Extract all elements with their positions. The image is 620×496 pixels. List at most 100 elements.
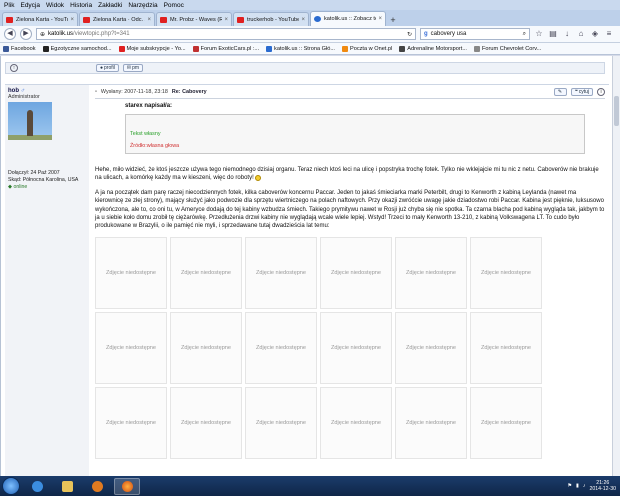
post: hob ♂ Administrator Dołączył: 24 Paź 200… (5, 84, 609, 476)
bookmark-favicon-icon (399, 45, 406, 52)
forward-button-icon[interactable]: ▶ (20, 28, 32, 40)
quote-block: starex napisał/a: Tekst własny Źródło:wł… (125, 103, 585, 154)
clock[interactable]: 21:26 2014-12-30 (589, 480, 616, 492)
pencil-icon: ✎ (557, 89, 563, 95)
bookmark-list-icon[interactable]: ▤ (548, 29, 558, 39)
edit-button[interactable]: ✎ (553, 88, 568, 96)
author-location: Skąd: Północna Karolina, USA (8, 177, 79, 183)
taskbar-explorer-icon[interactable] (54, 478, 80, 495)
close-tab-icon[interactable]: × (301, 17, 305, 23)
image-placeholder[interactable]: Zdjęcie niedostępne (470, 236, 542, 309)
image-placeholder[interactable]: Zdjęcie niedostępne (245, 236, 317, 309)
tab-2[interactable]: Mr. Probz - Waves (Robin S...× (156, 12, 232, 26)
tab-title: katolik.us :: Zobacz temat -... (324, 16, 376, 22)
taskbar-ie-icon[interactable] (24, 478, 50, 495)
post-author-panel: hob ♂ Administrator Dołączył: 24 Paź 200… (5, 85, 89, 476)
envelope-icon: ✉ (126, 65, 132, 71)
divider (95, 98, 605, 99)
bookmark-2[interactable]: Moje subskrypcje - Yo... (118, 45, 186, 52)
close-tab-icon[interactable]: × (70, 17, 74, 23)
katolik-icon (314, 16, 321, 22)
volume-icon[interactable]: ♪ (583, 483, 586, 489)
pm-button[interactable]: ✉ pm (122, 64, 144, 72)
menu-item-4[interactable]: Zakładki (98, 2, 122, 9)
image-placeholder[interactable]: Zdjęcie niedostępne (95, 236, 167, 309)
user-icon: ● (100, 65, 104, 71)
image-placeholder[interactable]: Zdjęcie niedostępne (395, 311, 467, 384)
image-placeholder[interactable]: Zdjęcie niedostępne (170, 311, 242, 384)
image-placeholder[interactable]: Zdjęcie niedostępne (170, 236, 242, 309)
quote-button[interactable]: ❝ cytuj (571, 88, 593, 96)
tab-0[interactable]: Zielona Karta - YouTube× (2, 12, 78, 26)
image-placeholder[interactable]: Zdjęcie niedostępne (95, 386, 167, 459)
bookmark-1[interactable]: Egzotyczne samochod... (42, 45, 112, 52)
bookmark-favicon-icon (341, 45, 348, 52)
home-icon[interactable]: ⌂ (576, 29, 586, 39)
tab-1[interactable]: Zielona Karta · Odc. 24 -...× (79, 12, 155, 26)
post-body-panel: ▫ Wysłany: 2007-11-18, 23:18 Re: Cabover… (91, 85, 609, 476)
url-host: katolik.us (48, 31, 74, 37)
image-placeholder[interactable]: Zdjęcie niedostępne (245, 386, 317, 459)
bookmark-4[interactable]: katolik.us :: Strona Głó... (266, 45, 335, 52)
menu-item-5[interactable]: Narzędzia (128, 2, 157, 9)
up-arrow-icon[interactable]: ↑ (10, 64, 18, 72)
image-placeholder[interactable]: Zdjęcie niedostępne (170, 386, 242, 459)
url-bar[interactable]: ⊕ katolik.us /viewtopic.php?t=341 ↻ (36, 28, 416, 40)
menu-icon[interactable]: ≡ (604, 29, 614, 39)
close-tab-icon[interactable]: × (147, 17, 151, 23)
star-icon[interactable]: ☆ (534, 29, 544, 39)
menu-item-2[interactable]: Widok (46, 2, 64, 9)
close-tab-icon[interactable]: × (224, 17, 228, 23)
close-tab-icon[interactable]: × (378, 16, 382, 22)
scrollbar-thumb[interactable] (614, 96, 619, 126)
bookmark-5[interactable]: Poczta w Onet.pl (341, 45, 392, 52)
image-placeholder[interactable]: Zdjęcie niedostępne (320, 311, 392, 384)
tab-3[interactable]: truckerhob - YouTube × (233, 12, 309, 26)
bookmark-0[interactable]: Facebook (3, 45, 36, 52)
image-placeholder[interactable]: Zdjęcie niedostępne (320, 386, 392, 459)
joined-date: Dołączył: 24 Paź 2007 (8, 170, 60, 176)
taskbar-media-icon[interactable] (84, 478, 110, 495)
youtube-icon (6, 16, 13, 23)
bookmark-favicon-icon (3, 45, 9, 52)
bookmark-3[interactable]: Forum ExoticCars.pl :... (192, 45, 259, 52)
pocket-icon[interactable]: ◈ (590, 29, 600, 39)
url-path: /viewtopic.php?t=341 (73, 31, 130, 37)
bookmark-7[interactable]: Forum Chevrolet Corv... (473, 45, 541, 52)
image-placeholder[interactable]: Zdjęcie niedostępne (395, 236, 467, 309)
menu-item-0[interactable]: Plik (4, 2, 14, 9)
network-icon[interactable]: ▮ (576, 483, 579, 489)
image-placeholder[interactable]: Zdjęcie niedostępne (470, 386, 542, 459)
info-icon[interactable]: i (597, 88, 605, 96)
search-bar[interactable]: g cabovery usa ⌕ (420, 28, 530, 40)
scrollbar[interactable] (612, 56, 620, 476)
image-placeholder[interactable]: Zdjęcie niedostępne (95, 311, 167, 384)
previous-post-footer: ↑ ● profil ✉ pm (5, 62, 605, 74)
tab-title: Zielona Karta - YouTube (16, 16, 68, 23)
download-icon[interactable]: ↓ (562, 29, 572, 39)
taskbar-firefox-icon[interactable] (114, 477, 140, 495)
quote-box: Tekst własny Źródło:własna głowa (125, 114, 585, 154)
quote-header: starex napisał/a: (125, 103, 173, 109)
reload-icon[interactable]: ↻ (407, 31, 412, 38)
page-content: ↑ ● profil ✉ pm hob ♂ Administrator Dołącz… (0, 56, 612, 476)
image-placeholder[interactable]: Zdjęcie niedostępne (470, 311, 542, 384)
start-button[interactable] (2, 477, 20, 495)
image-placeholder[interactable]: Zdjęcie niedostępne (395, 386, 467, 459)
bookmark-favicon-icon (118, 45, 125, 52)
image-placeholder[interactable]: Zdjęcie niedostępne (245, 311, 317, 384)
menu-item-6[interactable]: Pomoc (164, 2, 184, 9)
tab-4[interactable]: katolik.us :: Zobacz temat -...× (310, 11, 386, 26)
post-link-icon[interactable]: ▫ (95, 89, 97, 95)
bookmark-6[interactable]: Adrenaline Motorsport... (399, 45, 467, 52)
search-input[interactable]: cabovery usa (431, 31, 520, 37)
flag-icon[interactable]: ⚑ (567, 483, 572, 489)
back-button-icon[interactable]: ◀ (4, 28, 16, 40)
image-placeholder[interactable]: Zdjęcie niedostępne (320, 236, 392, 309)
profile-button[interactable]: ● profil (96, 64, 119, 72)
post-subject: Re: Cabovery (171, 89, 207, 95)
menu-item-3[interactable]: Historia (70, 2, 92, 9)
new-tab-icon[interactable]: + (387, 14, 399, 26)
search-icon[interactable]: ⌕ (523, 31, 526, 38)
menu-item-1[interactable]: Edycja (20, 2, 40, 9)
